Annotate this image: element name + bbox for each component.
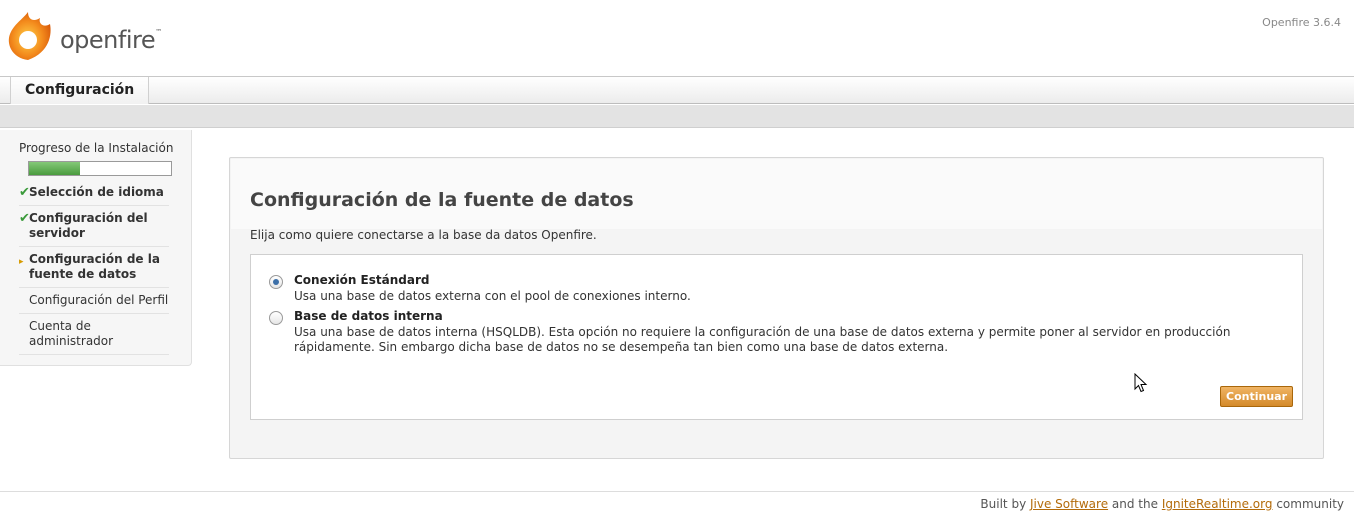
progress-fill: [29, 162, 81, 175]
check-icon: ✔: [19, 211, 30, 226]
step-label: Configuración del servidor: [29, 211, 148, 240]
install-steps-list: ✔ Selección de idioma ✔ Configuración de…: [19, 180, 169, 355]
step-label: Configuración del Perfil: [29, 293, 169, 307]
step-label: Selección de idioma: [29, 185, 164, 199]
tab-configuracion[interactable]: Configuración: [10, 77, 150, 104]
connection-options-box: Conexión Estándard Usa una base de datos…: [250, 254, 1303, 420]
progress-bar: [28, 161, 172, 176]
version-label: Openfire 3.6.4: [1262, 16, 1341, 29]
footer-text: community: [1276, 497, 1344, 511]
embedded-database-radio[interactable]: [269, 311, 283, 325]
logo-wordmark: openfire™: [60, 26, 162, 54]
footer-text: Built by: [980, 497, 1027, 511]
check-icon: ✔: [19, 185, 30, 200]
header: openfire™ Openfire 3.6.4: [0, 0, 1354, 76]
step-label: Cuenta de administrador: [29, 319, 114, 348]
jive-software-link[interactable]: Jive Software: [1030, 497, 1108, 511]
tab-bar: Configuración: [0, 76, 1354, 104]
igniterealtime-link[interactable]: IgniteRealtime.org: [1162, 497, 1273, 511]
progress-title: Progreso de la Instalación: [19, 141, 174, 155]
install-progress-sidebar: Progreso de la Instalación ✔ Selección d…: [0, 130, 192, 366]
current-step-arrow-icon: ▸: [19, 257, 24, 267]
step-profile: Configuración del Perfil: [19, 288, 169, 314]
datasource-panel: Configuración de la fuente de datos Elij…: [229, 157, 1324, 459]
step-server: ✔ Configuración del servidor: [19, 206, 169, 247]
continue-button[interactable]: Continuar: [1220, 386, 1293, 407]
standard-connection-radio[interactable]: [269, 275, 283, 289]
page-description: Elija como quiere conectarse a la base d…: [250, 228, 597, 242]
option-description: Usa una base de datos interna (HSQLDB). …: [294, 325, 1231, 354]
option-label: Base de datos interna: [294, 309, 443, 323]
step-label: Configuración de la fuente de datos: [29, 252, 160, 281]
option-label: Conexión Estándard: [294, 273, 430, 287]
footer: Built by Jive Software and the IgniteRea…: [980, 497, 1344, 511]
footer-text: and the: [1111, 497, 1158, 511]
step-language: ✔ Selección de idioma: [19, 180, 169, 206]
step-admin-account: Cuenta de administrador: [19, 314, 169, 355]
footer-divider: [0, 491, 1354, 492]
page-title: Configuración de la fuente de datos: [250, 189, 634, 211]
option-description: Usa una base de datos externa con el poo…: [294, 289, 691, 303]
step-datasource: ▸ Configuración de la fuente de datos: [19, 247, 169, 288]
mouse-pointer-icon: [1134, 373, 1148, 393]
sub-tab-bar: [0, 104, 1354, 128]
